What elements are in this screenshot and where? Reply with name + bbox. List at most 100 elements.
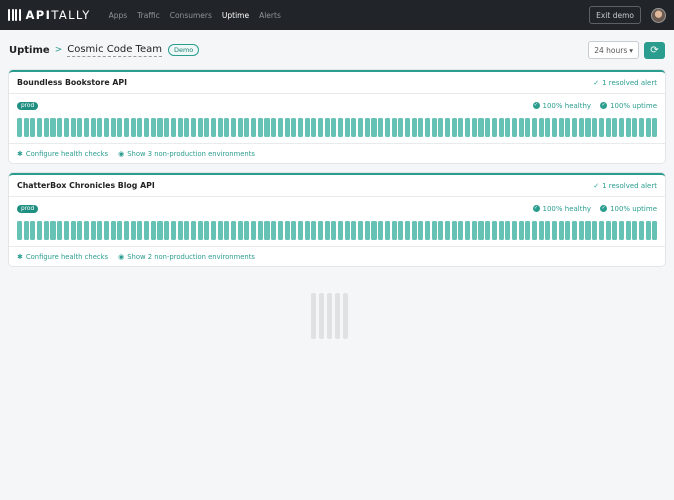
configure-health-checks-link[interactable]: ✱ Configure health checks: [17, 150, 108, 158]
uptime-bar[interactable]: [445, 221, 451, 240]
uptime-bar[interactable]: [311, 221, 317, 240]
uptime-bar[interactable]: [384, 221, 390, 240]
uptime-bar[interactable]: [632, 118, 638, 137]
uptime-bar[interactable]: [237, 221, 243, 240]
uptime-bar[interactable]: [358, 118, 364, 137]
uptime-bar[interactable]: [43, 118, 49, 137]
uptime-bar[interactable]: [190, 118, 196, 137]
uptime-bar[interactable]: [344, 221, 350, 240]
uptime-bar[interactable]: [264, 118, 270, 137]
uptime-bar[interactable]: [144, 221, 150, 240]
uptime-bar[interactable]: [137, 221, 143, 240]
uptime-bar[interactable]: [117, 221, 123, 240]
uptime-bar[interactable]: [304, 221, 310, 240]
uptime-bar[interactable]: [17, 221, 23, 240]
uptime-bar[interactable]: [304, 118, 310, 137]
uptime-bar[interactable]: [204, 221, 210, 240]
team-selector[interactable]: Cosmic Code Team: [67, 44, 162, 57]
uptime-bar[interactable]: [164, 118, 170, 137]
uptime-bar[interactable]: [612, 118, 618, 137]
uptime-bar[interactable]: [465, 221, 471, 240]
uptime-bar[interactable]: [210, 118, 217, 137]
show-environments-link[interactable]: ◉ Show 3 non-production environments: [118, 150, 255, 158]
uptime-bar[interactable]: [645, 221, 651, 240]
uptime-bar[interactable]: [97, 118, 103, 137]
apitally-logo[interactable]: APITALLY: [8, 8, 91, 22]
uptime-bar[interactable]: [358, 221, 364, 240]
uptime-bar[interactable]: [552, 118, 558, 137]
uptime-bar[interactable]: [70, 221, 76, 240]
uptime-bar[interactable]: [217, 118, 223, 137]
uptime-bar[interactable]: [438, 118, 444, 137]
uptime-bar[interactable]: [578, 221, 584, 240]
uptime-bar[interactable]: [50, 221, 56, 240]
uptime-bar[interactable]: [652, 221, 658, 240]
uptime-bar[interactable]: [398, 221, 404, 240]
uptime-bar[interactable]: [297, 221, 303, 240]
uptime-bar[interactable]: [157, 118, 163, 137]
uptime-bar[interactable]: [572, 118, 578, 137]
uptime-bar[interactable]: [244, 221, 250, 240]
uptime-bar[interactable]: [491, 221, 497, 240]
breadcrumb-uptime[interactable]: Uptime: [9, 45, 50, 56]
uptime-bar[interactable]: [231, 118, 237, 137]
uptime-bar[interactable]: [391, 221, 397, 240]
uptime-bar[interactable]: [90, 118, 96, 137]
uptime-bar[interactable]: [284, 118, 290, 137]
uptime-bar[interactable]: [451, 221, 457, 240]
uptime-bar[interactable]: [505, 118, 511, 137]
uptime-bar[interactable]: [418, 118, 424, 137]
uptime-bar[interactable]: [37, 221, 43, 240]
uptime-bar[interactable]: [117, 118, 123, 137]
uptime-bar[interactable]: [411, 118, 417, 137]
uptime-bar[interactable]: [565, 118, 571, 137]
uptime-bar[interactable]: [652, 118, 658, 137]
uptime-bar[interactable]: [90, 221, 96, 240]
uptime-bar[interactable]: [331, 118, 337, 137]
configure-health-checks-link[interactable]: ✱ Configure health checks: [17, 253, 108, 261]
uptime-bar[interactable]: [331, 221, 337, 240]
uptime-bar[interactable]: [638, 118, 645, 137]
uptime-bar[interactable]: [324, 118, 330, 137]
uptime-bar[interactable]: [197, 221, 203, 240]
uptime-bar[interactable]: [311, 118, 317, 137]
uptime-bar[interactable]: [204, 118, 210, 137]
uptime-bar[interactable]: [578, 118, 584, 137]
uptime-bar[interactable]: [478, 118, 484, 137]
uptime-bar[interactable]: [57, 221, 63, 240]
uptime-bar[interactable]: [317, 221, 324, 240]
uptime-bar[interactable]: [625, 221, 631, 240]
uptime-bar[interactable]: [251, 221, 257, 240]
uptime-bar[interactable]: [63, 118, 69, 137]
uptime-bar[interactable]: [150, 221, 156, 240]
uptime-bar[interactable]: [558, 118, 564, 137]
uptime-bar[interactable]: [398, 118, 404, 137]
uptime-bar[interactable]: [231, 221, 237, 240]
uptime-bar[interactable]: [170, 221, 176, 240]
uptime-bar[interactable]: [30, 118, 36, 137]
uptime-bar[interactable]: [97, 221, 103, 240]
nav-uptime[interactable]: Uptime: [222, 11, 249, 20]
uptime-bar[interactable]: [538, 221, 544, 240]
uptime-bar[interactable]: [184, 221, 190, 240]
uptime-bar[interactable]: [277, 118, 283, 137]
uptime-bar[interactable]: [538, 118, 544, 137]
uptime-bar[interactable]: [338, 118, 344, 137]
uptime-bar[interactable]: [558, 221, 564, 240]
uptime-bar[interactable]: [511, 118, 517, 137]
uptime-bar[interactable]: [164, 221, 170, 240]
uptime-bar[interactable]: [498, 118, 504, 137]
uptime-bar[interactable]: [505, 221, 511, 240]
uptime-bar[interactable]: [130, 221, 136, 240]
uptime-bar[interactable]: [592, 118, 598, 137]
uptime-bar[interactable]: [210, 221, 217, 240]
uptime-bar[interactable]: [565, 221, 571, 240]
uptime-bar[interactable]: [271, 118, 277, 137]
uptime-bar[interactable]: [23, 221, 29, 240]
uptime-bar[interactable]: [592, 221, 598, 240]
exit-demo-button[interactable]: Exit demo: [589, 6, 641, 24]
uptime-bar[interactable]: [531, 118, 538, 137]
nav-traffic[interactable]: Traffic: [137, 11, 160, 20]
uptime-bar[interactable]: [645, 118, 651, 137]
uptime-bar[interactable]: [177, 118, 183, 137]
